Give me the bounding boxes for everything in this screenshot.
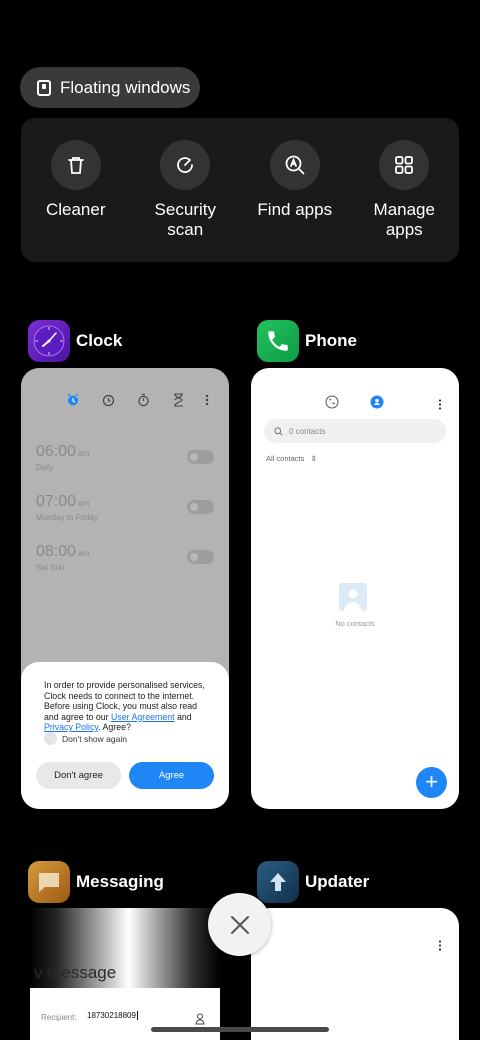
- alarm-time: 06:00: [36, 443, 77, 460]
- consent-text: In order to provide personalised service…: [44, 680, 205, 732]
- messaging-app-name: Messaging: [76, 872, 164, 891]
- alarm-repeat: Monday to Friday: [36, 513, 98, 522]
- contacts-tab-icon[interactable]: [370, 395, 384, 414]
- find-apps-button[interactable]: Find apps: [240, 118, 350, 262]
- clock-app-name: Clock: [76, 331, 123, 350]
- alarm-ampm: am: [78, 499, 90, 508]
- privacy-policy-link[interactable]: Privacy Policy: [44, 722, 98, 732]
- timer-tab-icon[interactable]: [170, 392, 186, 408]
- empty-contacts-text: No contacts: [335, 619, 375, 628]
- phone-app-card[interactable]: 0 contacts All contacts ⇕ No contacts +: [251, 368, 459, 809]
- add-contact-button[interactable]: +: [416, 767, 447, 798]
- alarm-time: 07:00: [36, 493, 77, 510]
- alarm-repeat: Sat Sun: [36, 563, 65, 572]
- recents-tab-icon[interactable]: [325, 395, 339, 414]
- find-apps-label: Find apps: [257, 200, 333, 219]
- clock-tab-bar: [21, 392, 229, 412]
- alarm-toggle[interactable]: [187, 450, 214, 464]
- world-clock-tab-icon[interactable]: [100, 392, 116, 408]
- dont-show-again-label: Don't show again: [62, 733, 127, 744]
- manage-apps-label: Manage apps: [373, 200, 435, 239]
- alarm-time: 08:00: [36, 543, 77, 560]
- search-icon: [274, 426, 283, 436]
- grid-icon: [379, 140, 430, 190]
- recipient-label: Recipient:: [41, 1013, 77, 1022]
- messaging-app-icon: [28, 861, 70, 903]
- floating-windows-label: Floating windows: [60, 77, 191, 97]
- alarm-item[interactable]: 07:00 am Monday to Friday: [36, 493, 98, 522]
- stopwatch-tab-icon[interactable]: [135, 392, 151, 408]
- more-options-icon[interactable]: [438, 397, 442, 415]
- clear-all-button[interactable]: [208, 893, 271, 956]
- alarm-toggle[interactable]: [187, 550, 214, 564]
- alarm-repeat: Daily: [36, 463, 54, 472]
- privacy-consent-dialog: In order to provide personalised service…: [21, 662, 229, 809]
- floating-window-icon: [37, 79, 51, 96]
- more-options-icon[interactable]: [199, 392, 215, 408]
- dont-agree-button[interactable]: Don't agree: [36, 762, 121, 789]
- clock-app-icon: [28, 320, 70, 362]
- updater-app-header[interactable]: Updater: [257, 861, 369, 903]
- manage-apps-button[interactable]: Manage apps: [350, 118, 460, 262]
- alarm-toggle[interactable]: [187, 500, 214, 514]
- trash-icon: [50, 140, 101, 190]
- checkbox-circle[interactable]: [44, 732, 57, 745]
- alarm-item[interactable]: 08:00 am Sat Sun: [36, 543, 89, 572]
- messaging-app-header[interactable]: Messaging: [28, 861, 164, 903]
- recipient-input[interactable]: 18730218809: [87, 1011, 138, 1020]
- home-indicator[interactable]: [151, 1027, 329, 1032]
- contacts-search-input[interactable]: 0 contacts: [264, 419, 446, 443]
- agree-button[interactable]: Agree: [129, 762, 214, 789]
- quick-tools-panel: Cleaner Security scan Find apps Manage a…: [21, 118, 459, 262]
- find-apps-icon: [269, 140, 320, 190]
- floating-windows-button[interactable]: Floating windows: [20, 67, 200, 108]
- cleaner-button[interactable]: Cleaner: [21, 118, 131, 262]
- contacts-filter-dropdown[interactable]: All contacts ⇕: [266, 454, 317, 463]
- phone-app-header[interactable]: Phone: [257, 320, 357, 362]
- alarm-ampm: am: [78, 449, 90, 458]
- filter-label: All contacts: [266, 454, 305, 463]
- dont-show-again-checkbox[interactable]: Don't show again: [44, 732, 127, 745]
- updater-app-name: Updater: [305, 872, 370, 891]
- security-scan-button[interactable]: Security scan: [131, 118, 241, 262]
- search-placeholder: 0 contacts: [289, 426, 326, 436]
- clock-app-card[interactable]: 06:00 am Daily 07:00 am Monday to Friday 0…: [21, 368, 229, 809]
- updater-app-icon: [257, 861, 299, 903]
- alarm-tab-icon[interactable]: [65, 392, 81, 408]
- phone-app-icon: [257, 320, 299, 362]
- empty-contacts-icon: [339, 583, 367, 611]
- alarm-item[interactable]: 06:00 am Daily: [36, 443, 89, 472]
- sort-arrows-icon: ⇕: [310, 454, 317, 463]
- new-message-title: v message: [34, 963, 117, 982]
- user-agreement-link[interactable]: User Agreement: [111, 712, 175, 722]
- more-options-icon[interactable]: [438, 938, 442, 956]
- messaging-app-card[interactable]: v message Recipient: 18730218809: [30, 908, 220, 1040]
- close-icon: [230, 915, 249, 934]
- security-scan-label: Security scan: [154, 200, 216, 239]
- alarm-ampm: am: [78, 549, 90, 558]
- security-scan-icon: [160, 140, 211, 190]
- cleaner-label: Cleaner: [45, 200, 106, 219]
- clock-app-header[interactable]: Clock: [28, 320, 122, 362]
- updater-app-card[interactable]: [251, 908, 459, 1040]
- phone-app-name: Phone: [305, 331, 357, 350]
